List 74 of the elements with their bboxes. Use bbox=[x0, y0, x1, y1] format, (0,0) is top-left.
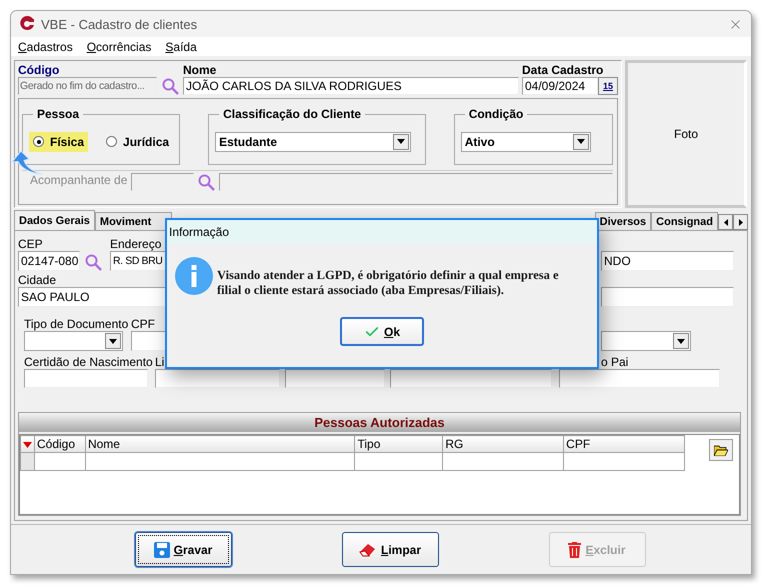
save-button[interactable]: Gravar bbox=[134, 532, 232, 567]
cep-field[interactable]: 02147-080 bbox=[18, 251, 80, 271]
field-label: Tipo de Documento bbox=[24, 317, 128, 331]
text-field[interactable] bbox=[155, 369, 280, 388]
text-field[interactable] bbox=[285, 369, 385, 388]
clear-button[interactable]: Limpar bbox=[342, 532, 438, 567]
caret-icon bbox=[109, 338, 117, 344]
name-field[interactable]: JOÃO CARLOS DA SILVA RODRIGUES bbox=[183, 77, 519, 95]
group-title: Condição bbox=[468, 107, 524, 121]
field-label: Certidão de Nascimento bbox=[24, 355, 153, 369]
document-type-dropdown[interactable] bbox=[24, 331, 123, 351]
radio-icon[interactable] bbox=[106, 136, 118, 147]
group-title: Pessoa bbox=[36, 107, 80, 121]
trash-icon bbox=[568, 542, 582, 558]
classification-dropdown[interactable]: Estudante bbox=[215, 132, 412, 152]
ok-button[interactable]: Ok bbox=[340, 317, 424, 346]
sort-indicator-icon bbox=[23, 442, 32, 448]
tab[interactable]: Diversos bbox=[594, 212, 652, 230]
father-field[interactable] bbox=[559, 369, 720, 388]
search-icon[interactable] bbox=[198, 174, 216, 190]
group-title: Classificação do Cliente bbox=[222, 107, 362, 121]
radio-option[interactable]: Jurídica bbox=[102, 132, 174, 152]
eraser-icon bbox=[358, 542, 377, 556]
field-label: Nome bbox=[183, 63, 216, 77]
folder-icon bbox=[714, 444, 728, 456]
photo-label: Foto bbox=[674, 127, 698, 141]
field-label: Acompanhante de bbox=[30, 173, 128, 187]
scroll-left-button[interactable] bbox=[718, 214, 733, 230]
panel-title: Pessoas Autorizadas bbox=[19, 413, 740, 432]
tab[interactable]: Dados Gerais bbox=[14, 210, 95, 230]
dialog-title: Informação bbox=[167, 220, 597, 244]
field-label: Código bbox=[18, 63, 60, 77]
calendar-button[interactable]: 15 bbox=[598, 77, 618, 95]
menu-item[interactable]: Cadastros bbox=[18, 40, 73, 54]
field-label: Cidade bbox=[18, 273, 56, 287]
open-folder-button[interactable] bbox=[709, 439, 733, 461]
pointer-arrow bbox=[12, 151, 42, 175]
column-header[interactable]: Código bbox=[34, 436, 86, 452]
field-label: Endereço bbox=[110, 237, 162, 251]
search-icon[interactable] bbox=[85, 254, 102, 271]
search-icon[interactable] bbox=[162, 78, 179, 95]
column-header[interactable]: Tipo bbox=[354, 436, 443, 452]
tab[interactable]: Consignad bbox=[651, 212, 718, 230]
dropdown[interactable] bbox=[601, 331, 691, 351]
text-field[interactable] bbox=[601, 287, 734, 307]
menu-item[interactable]: Ocorrências bbox=[86, 40, 152, 54]
field-label: o Pai bbox=[601, 355, 628, 369]
column-header[interactable]: CPF bbox=[564, 436, 684, 452]
text-field[interactable]: NDO bbox=[601, 251, 734, 271]
column-header[interactable]: RG bbox=[442, 436, 564, 452]
left-arrow-icon bbox=[724, 218, 728, 226]
info-icon bbox=[175, 257, 213, 295]
text-field[interactable] bbox=[390, 369, 552, 388]
caret-icon bbox=[677, 338, 685, 344]
table-cell bbox=[34, 452, 86, 470]
date-field[interactable]: 04/09/2024 bbox=[522, 77, 598, 95]
window-title: VBE - Cadastro de clientes bbox=[41, 16, 198, 32]
field-label: Data Cadastro bbox=[522, 63, 604, 77]
caret-icon bbox=[576, 139, 585, 144]
caret-icon bbox=[397, 139, 406, 144]
logo-icon bbox=[19, 16, 35, 32]
scroll-right-button[interactable] bbox=[733, 214, 748, 230]
column-header[interactable]: Nome bbox=[85, 436, 355, 452]
field-label: CEP bbox=[18, 237, 43, 251]
right-arrow-icon bbox=[738, 218, 742, 226]
tab[interactable]: Moviment bbox=[94, 212, 172, 230]
field-label: Li bbox=[155, 355, 164, 369]
birth-certificate-field[interactable] bbox=[24, 369, 148, 388]
dialog-message: Visando atender a LGPD, é obrigatório definir a qual empresa e filial o cliente estará associado (aba Empresas/Filiais). bbox=[217, 268, 559, 298]
radio-icon[interactable] bbox=[33, 136, 44, 147]
condition-dropdown[interactable]: Ativo bbox=[460, 132, 591, 152]
field-label: CPF bbox=[131, 317, 155, 331]
radio-option[interactable]: Física bbox=[29, 132, 88, 152]
menu-item[interactable]: Saída bbox=[165, 40, 197, 54]
